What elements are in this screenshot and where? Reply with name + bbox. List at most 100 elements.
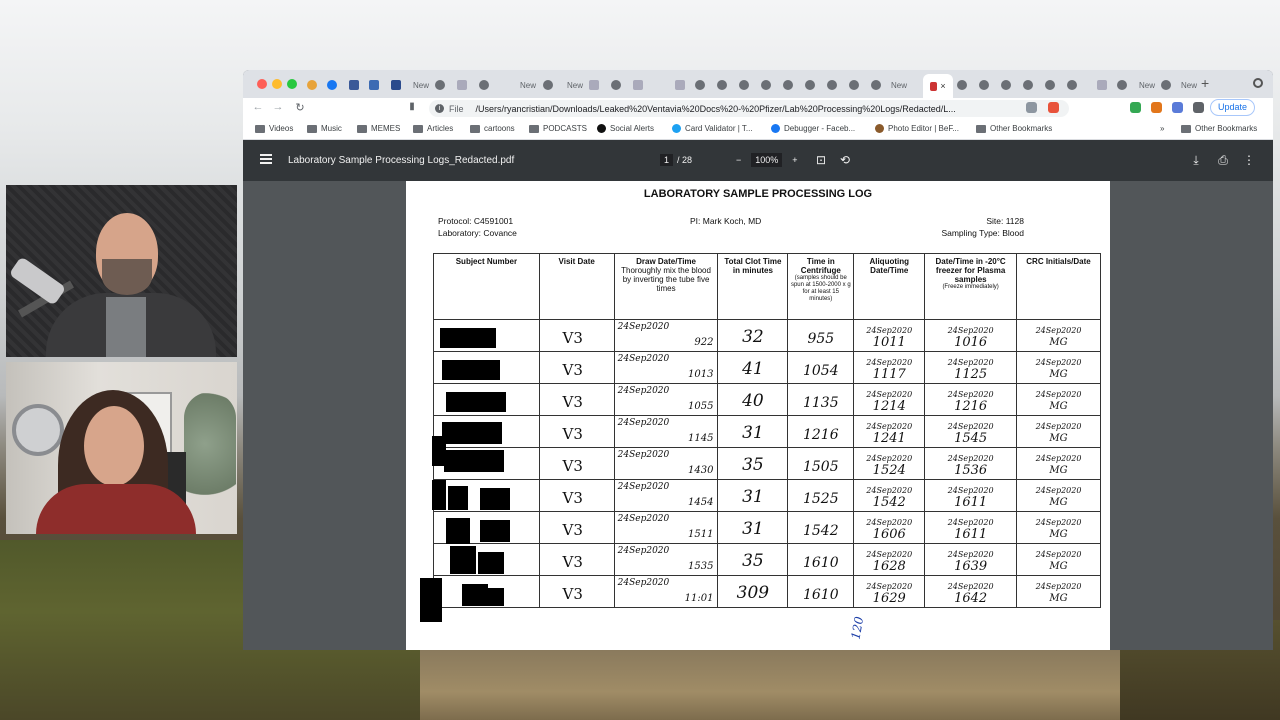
puzzle-extensions-icon[interactable] — [1193, 102, 1204, 113]
download-icon[interactable]: ⤓ — [1189, 153, 1203, 167]
subject-number-cell — [433, 319, 540, 352]
tab-favicon[interactable] — [695, 76, 705, 94]
tab-active-pdf[interactable]: × — [923, 74, 953, 98]
more-options-icon[interactable]: ⋮ — [1242, 153, 1256, 167]
info-icon[interactable]: i — [435, 104, 444, 113]
tab-favicon[interactable] — [739, 76, 749, 94]
centrifuge-cell: 1610 — [787, 575, 855, 608]
metamask-extension-icon[interactable] — [1151, 102, 1162, 113]
green-extension-icon[interactable] — [1130, 102, 1141, 113]
tab-favicon[interactable] — [1001, 76, 1011, 94]
crc-initials: MG — [1049, 465, 1068, 476]
bookmark-card-validator[interactable]: Card Validator | T... — [672, 124, 753, 133]
tab-favicon[interactable] — [1067, 76, 1077, 94]
tab-favicon[interactable] — [589, 76, 599, 94]
page-number-input[interactable]: 1 — [660, 154, 674, 166]
tab-favicon[interactable] — [717, 76, 727, 94]
bookmark-icon[interactable]: ▮ — [405, 101, 419, 112]
tab-label: New — [891, 80, 908, 90]
tab-new[interactable]: New — [520, 76, 536, 94]
zoom-in-icon[interactable]: + — [792, 155, 797, 165]
tab-new[interactable]: New — [891, 76, 907, 94]
tab-favicon[interactable] — [543, 76, 553, 94]
bookmark-other-bookmarks-folder[interactable]: Other Bookmarks — [976, 124, 1052, 133]
bookmark-podcasts[interactable]: PODCASTS — [529, 124, 587, 133]
webcam-guest-female — [6, 362, 237, 534]
update-button[interactable]: Update — [1210, 99, 1256, 116]
new-tab-button[interactable]: + — [1201, 76, 1209, 90]
tab-favicon[interactable] — [805, 76, 815, 94]
tab-new[interactable]: New — [1139, 76, 1155, 94]
draw-date: 24Sep2020 — [617, 482, 670, 492]
zoom-input[interactable]: 100% — [751, 153, 783, 167]
forward-arrow-icon[interactable]: → — [271, 101, 285, 113]
tab-favicon[interactable] — [307, 76, 317, 94]
bookmark-photo-editor[interactable]: Photo Editor | BeF... — [875, 124, 959, 133]
bookmark-music[interactable]: Music — [307, 124, 342, 133]
print-icon[interactable]: ⎙ — [1216, 153, 1230, 167]
alert-extension-icon[interactable] — [1048, 102, 1059, 113]
tab-favicon[interactable] — [871, 76, 881, 94]
tab-favicon[interactable] — [1045, 76, 1055, 94]
other-bookmarks[interactable]: Other Bookmarks — [1181, 124, 1257, 133]
back-arrow-icon[interactable]: ← — [251, 101, 265, 113]
tab-favicon[interactable] — [1117, 76, 1127, 94]
tab-new[interactable]: New — [413, 76, 429, 94]
close-window-button[interactable] — [257, 79, 267, 89]
tab-favicon[interactable] — [611, 76, 621, 94]
tab-new[interactable]: New — [567, 76, 583, 94]
crc-initials: MG — [1049, 529, 1068, 540]
bookmarks-overflow-icon[interactable]: » — [1160, 124, 1164, 133]
address-bar[interactable]: i File /Users/ryancristian/Downloads/Lea… — [429, 100, 1069, 117]
crc-initials: MG — [1049, 433, 1068, 444]
centrifuge-time: 955 — [807, 331, 835, 347]
folder-icon — [529, 124, 539, 133]
pdf-viewport[interactable]: LABORATORY SAMPLE PROCESSING LOG Protoco… — [243, 181, 1273, 650]
tab-new[interactable]: New — [1181, 76, 1197, 94]
close-tab-icon[interactable]: × — [940, 81, 945, 91]
reload-icon[interactable]: ↻ — [293, 101, 307, 114]
column-header: Date/Time in -20°C freezer for Plasma sa… — [924, 253, 1018, 320]
clot-time-cell: 31 — [717, 479, 789, 512]
crc-cell: 24Sep2020 MG — [1016, 415, 1101, 448]
tab-favicon[interactable] — [827, 76, 837, 94]
bookmark-social-alerts[interactable]: Social Alerts — [597, 124, 654, 133]
tab-favicon[interactable] — [675, 76, 685, 94]
tab-favicon[interactable] — [957, 76, 967, 94]
tab-favicon[interactable] — [435, 76, 445, 94]
tab-favicon[interactable] — [327, 76, 337, 94]
url-text[interactable]: /Users/ryancristian/Downloads/Leaked%20V… — [476, 104, 956, 114]
maximize-window-button[interactable] — [287, 79, 297, 89]
zoom-out-icon[interactable]: − — [736, 155, 741, 165]
bookmark-cartoons[interactable]: cartoons — [470, 124, 515, 133]
bookmark-memes[interactable]: MEMES — [357, 124, 400, 133]
tab-favicon[interactable] — [633, 76, 643, 94]
tab-search-icon[interactable] — [1253, 78, 1263, 88]
tab-favicon[interactable] — [1161, 76, 1171, 94]
draw-time: 1511 — [688, 529, 714, 540]
tab-favicon[interactable] — [457, 76, 467, 94]
bookmark-videos[interactable]: Videos — [255, 124, 293, 133]
freezer-cell: 24Sep2020 1545 — [924, 415, 1018, 448]
subject-number-cell — [433, 383, 540, 416]
fit-page-icon[interactable]: ⊡ — [814, 153, 828, 167]
tab-favicon[interactable] — [1097, 76, 1107, 94]
rotate-icon[interactable]: ⟲ — [838, 153, 852, 167]
tab-favicon[interactable] — [783, 76, 793, 94]
bookmark-debugger[interactable]: Debugger - Faceb... — [771, 124, 855, 133]
person-body — [36, 484, 196, 534]
tab-favicon[interactable] — [369, 76, 379, 94]
minimize-window-button[interactable] — [272, 79, 282, 89]
tab-favicon[interactable] — [349, 76, 359, 94]
bookmark-articles[interactable]: Articles — [413, 124, 453, 133]
shield-extension-icon[interactable] — [1026, 102, 1037, 113]
tab-favicon[interactable] — [849, 76, 859, 94]
tab-favicon[interactable] — [1023, 76, 1033, 94]
tab-favicon[interactable] — [761, 76, 771, 94]
tab-favicon[interactable] — [479, 76, 489, 94]
menu-icon[interactable] — [260, 154, 272, 164]
tab-favicon[interactable] — [391, 76, 401, 94]
blue-extension-icon[interactable] — [1172, 102, 1183, 113]
tab-favicon[interactable] — [979, 76, 989, 94]
draw-datetime-cell: 24Sep2020 922 — [613, 319, 719, 352]
